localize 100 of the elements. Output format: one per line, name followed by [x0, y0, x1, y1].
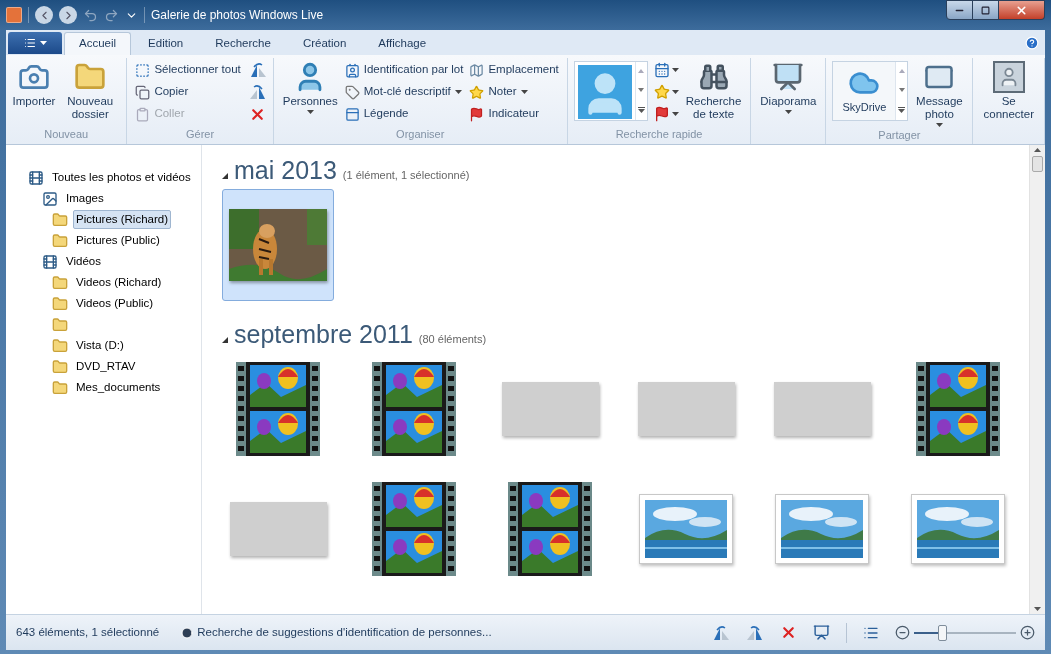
collapse-icon[interactable] [222, 173, 228, 179]
ribbon-button[interactable]: Noter [467, 81, 561, 103]
ribbon-tab[interactable]: Accueil [64, 32, 132, 55]
scroll-down-icon[interactable] [638, 88, 645, 92]
section-heading: mai 2013 [234, 155, 337, 185]
zoom-out-icon[interactable] [895, 625, 910, 640]
back-button[interactable] [35, 6, 53, 24]
filter-button[interactable] [653, 84, 679, 100]
paste-icon [135, 106, 151, 122]
menu-icon [23, 37, 36, 49]
tree-item[interactable]: DVD_RTAV [73, 356, 139, 377]
scroll-thumb[interactable] [1032, 156, 1043, 172]
copy-icon [135, 84, 151, 100]
folder-icon [52, 274, 68, 291]
folder-icon [52, 295, 68, 312]
folder-icon [52, 211, 68, 228]
group-label: Partager [877, 128, 922, 143]
caret-icon [671, 112, 679, 116]
ribbon-button[interactable]: Nouveau dossier [60, 59, 121, 121]
rotate-right-icon[interactable] [248, 84, 267, 100]
undo-icon[interactable] [83, 7, 98, 23]
close-button[interactable] [999, 0, 1045, 20]
ribbon-button[interactable]: Identification par lot [342, 59, 466, 81]
caret-icon [671, 90, 679, 94]
group-label: Recherche rapide [614, 126, 704, 142]
scroll-down-icon[interactable] [1034, 607, 1041, 611]
ribbon-button[interactable]: Personnes [279, 59, 341, 125]
group-label: Organiser [395, 126, 446, 142]
video-thumbnail-icon[interactable] [508, 482, 592, 576]
skydrive-button[interactable]: SkyDrive [833, 62, 896, 120]
thumbnail-tile[interactable] [222, 189, 334, 301]
expand-gallery-icon[interactable] [637, 106, 645, 113]
person-thumbnail-icon [577, 65, 632, 119]
ribbon-button[interactable]: Se connecter [979, 59, 1038, 121]
status-text: 643 éléments, 1 sélectionné [16, 624, 160, 640]
rotate-left-icon[interactable] [248, 62, 267, 78]
ribbon-button[interactable]: Sélectionner tout [133, 59, 243, 81]
video-thumbnail-icon[interactable] [236, 362, 320, 456]
rotate-right-icon[interactable] [746, 624, 764, 641]
video-thumbnail-icon[interactable] [372, 482, 456, 576]
redo-icon[interactable] [104, 7, 119, 23]
folder-icon [52, 358, 68, 375]
ribbon-tab[interactable]: Recherche [200, 32, 286, 55]
ribbon-button[interactable]: Légende [342, 103, 466, 125]
maximize-button[interactable] [973, 0, 999, 20]
pictures-icon [42, 190, 58, 207]
zoom-slider[interactable] [914, 623, 1016, 642]
flag-icon [469, 106, 485, 122]
scroll-up-icon[interactable] [1034, 148, 1041, 152]
caption-icon [344, 106, 360, 122]
video-thumbnail-icon[interactable] [916, 362, 1000, 456]
star-icon [469, 84, 485, 100]
app-menu-button[interactable] [8, 32, 62, 54]
map-icon [469, 62, 485, 78]
forward-button[interactable] [59, 6, 77, 24]
ribbon-tab[interactable]: Affichage [363, 32, 442, 55]
ribbon-button[interactable]: Message photo [912, 59, 967, 127]
ribbon-button[interactable]: Diaporama [757, 59, 820, 114]
tree-item[interactable]: Videos (Public) [73, 293, 157, 314]
video-thumbnail-icon[interactable] [372, 362, 456, 456]
caret-icon [671, 68, 679, 72]
ribbon-button[interactable]: Recherche de texte [682, 59, 745, 125]
help-icon[interactable] [1025, 36, 1039, 50]
projector-screen-icon [772, 61, 805, 93]
ribbon-button[interactable]: Importer [12, 59, 56, 121]
expand-gallery-icon[interactable] [898, 106, 906, 113]
filter-button[interactable] [653, 62, 679, 78]
tree-item[interactable]: Videos (Richard) [73, 272, 165, 293]
scroll-down-icon[interactable] [898, 88, 905, 92]
zoom-in-icon[interactable] [1020, 625, 1035, 640]
tree-item[interactable]: Pictures (Richard) [73, 209, 172, 230]
ribbon-button[interactable]: Emplacement [467, 59, 561, 81]
ribbon-button[interactable]: Mot-clé descriptif [342, 81, 466, 103]
ribbon-tab[interactable]: Création [287, 32, 362, 55]
ribbon-tab[interactable]: Edition [133, 32, 199, 55]
status-text: Recherche de suggestions d'identification de personnes... [197, 624, 492, 640]
binoculars-icon [698, 62, 729, 92]
select-all-icon [135, 62, 151, 78]
tree-item[interactable]: Vista (D:) [73, 335, 127, 356]
delete-icon[interactable] [780, 624, 797, 641]
clock-icon [181, 626, 194, 639]
maximize-icon [981, 5, 990, 15]
contact-card-icon [344, 62, 360, 78]
tree-item[interactable]: Mes_documents [73, 377, 164, 398]
tag-icon [344, 84, 360, 100]
section-count: (1 élément, 1 sélectionné) [342, 168, 470, 183]
ribbon-button[interactable]: Copier [133, 81, 243, 103]
window-title: Galerie de photos Windows Live [151, 7, 324, 24]
collapse-icon[interactable] [222, 337, 228, 343]
section-count: (80 éléments) [418, 332, 487, 347]
ribbon-button[interactable]: Indicateur [467, 103, 561, 125]
minimize-button[interactable] [946, 0, 973, 20]
tree-item[interactable]: Images [63, 188, 107, 209]
tree-item[interactable]: Vidéos [63, 251, 104, 272]
tree-item[interactable]: Pictures (Public) [73, 230, 163, 251]
rotate-left-icon[interactable] [712, 624, 730, 641]
slideshow-icon[interactable] [813, 624, 830, 641]
group-label: Nouveau [43, 126, 90, 142]
filter-button[interactable] [653, 106, 679, 122]
tree-item[interactable]: Toutes les photos et vidéos [49, 167, 194, 188]
